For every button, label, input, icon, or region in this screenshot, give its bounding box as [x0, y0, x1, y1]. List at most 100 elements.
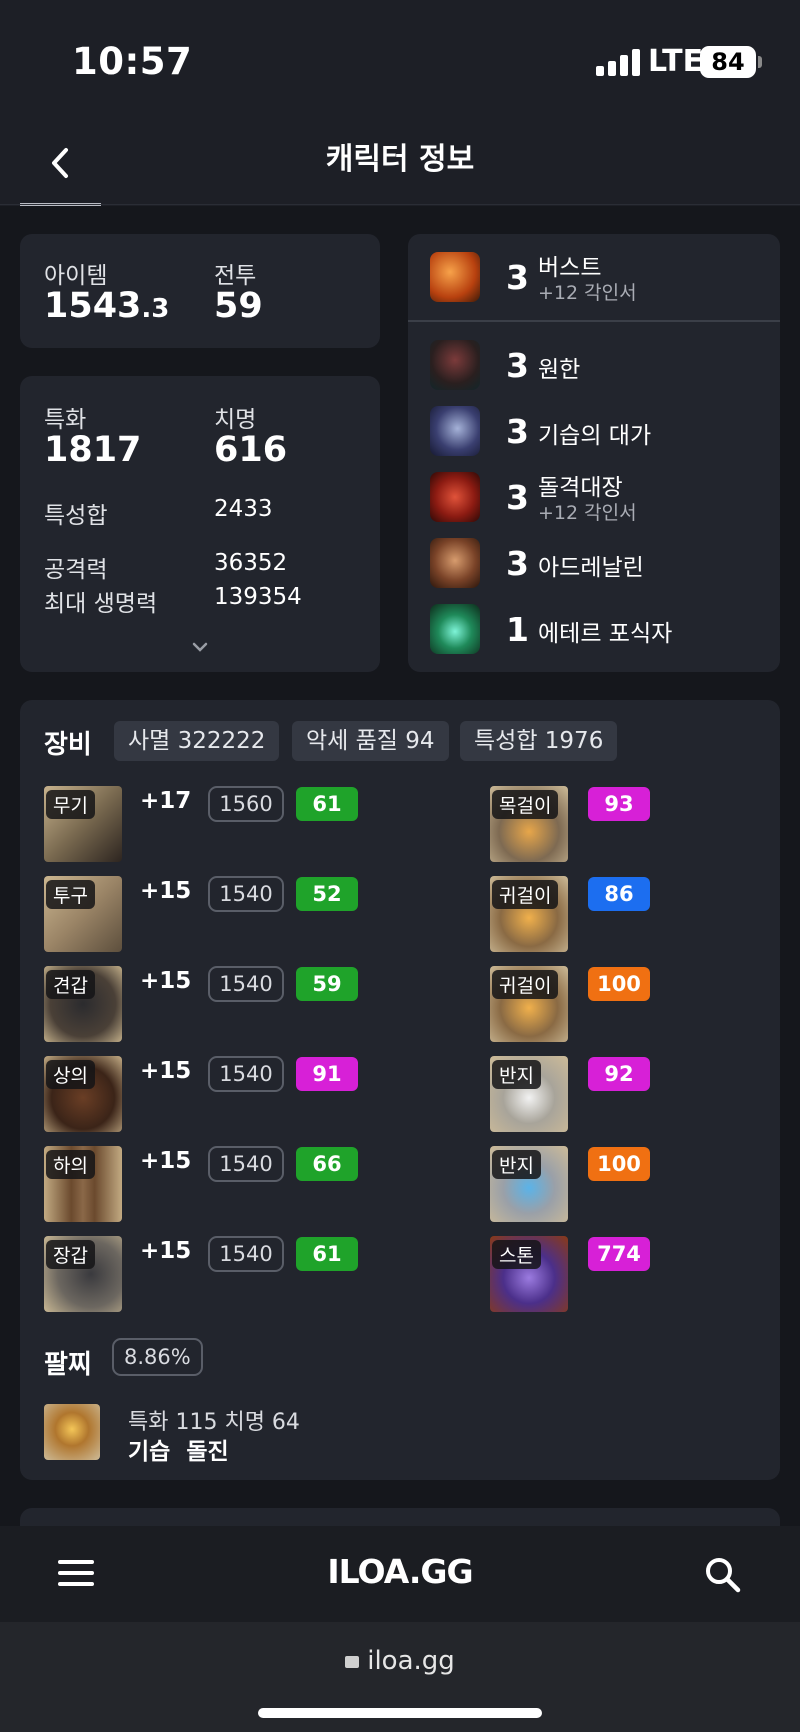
gear-row[interactable]: 무기 +17 1560 61 [44, 786, 358, 864]
quality-badge: 52 [296, 877, 358, 911]
bracelet-icon [44, 1404, 100, 1460]
engraving-row[interactable]: 1 에테르 포식자 [408, 604, 778, 664]
gear-row[interactable]: 하의 +15 1540 66 [44, 1146, 358, 1224]
item-level-badge: 1560 [208, 786, 284, 822]
url-display[interactable]: iloa.gg [0, 1646, 800, 1676]
accessory-row[interactable]: 반지 92 [490, 1056, 660, 1134]
combat-level-label: 전투 [214, 263, 257, 289]
browser-url-bar: iloa.gg [0, 1622, 800, 1732]
engraving-row[interactable]: 3 아드레날린 [408, 538, 778, 598]
spec-label: 특화 [44, 407, 87, 433]
weapon-icon: 무기 [44, 786, 122, 862]
quality-badge: 86 [588, 877, 650, 911]
site-logo[interactable]: ILOA.GG [0, 1552, 800, 1591]
item-slot-tag: 상의 [46, 1060, 95, 1089]
quality-badge: 100 [588, 1147, 650, 1181]
accessory-row[interactable]: 목걸이 93 [490, 786, 660, 864]
item-slot-tag: 스톤 [492, 1240, 541, 1269]
chest-icon: 상의 [44, 1056, 122, 1132]
engraving-row[interactable]: 3 돌격대장 +12 각인서 [408, 472, 778, 532]
battery-icon: 84 [700, 46, 756, 78]
battery-tip [758, 56, 762, 68]
accessory-row[interactable]: 귀걸이 100 [490, 966, 660, 1044]
equipment-card: 장비 사멸 322222 악세 품질 94 특성합 1976 무기 +17 15… [20, 700, 780, 1480]
chevron-down-icon[interactable] [192, 642, 208, 652]
quality-badge: 66 [296, 1147, 358, 1181]
item-slot-tag: 목걸이 [492, 790, 559, 819]
grudge-icon [430, 340, 480, 390]
engraving-divider [408, 320, 780, 322]
accessory-quality-chip: 악세 품질 94 [292, 721, 449, 761]
accessory-row[interactable]: 귀걸이 86 [490, 876, 660, 954]
item-slot-tag: 견갑 [46, 970, 95, 999]
engraving-row[interactable]: 3 버스트 +12 각인서 [408, 252, 778, 312]
item-level-value: 1543.3 [44, 286, 170, 326]
bracelet-row[interactable]: 특화 115 치명 64 기습 돌진 [44, 1404, 444, 1465]
item-level-badge: 1540 [208, 1236, 284, 1272]
trait-sum-label: 특성합 [44, 503, 108, 529]
engraving-name: 아드레날린 [538, 555, 644, 581]
engraving-row[interactable]: 3 원한 [408, 340, 778, 400]
accessory-row[interactable]: 반지 100 [490, 1146, 660, 1224]
gear-row[interactable]: 견갑 +15 1540 59 [44, 966, 358, 1044]
quality-badge: 100 [588, 967, 650, 1001]
item-honing: +15 [140, 1058, 192, 1084]
trait-sum-value: 2433 [214, 496, 273, 522]
engraving-level: 3 [506, 412, 529, 451]
item-slot-tag: 무기 [46, 790, 95, 819]
header-divider [0, 204, 800, 205]
engraving-level: 3 [506, 478, 529, 517]
engraving-level: 3 [506, 258, 529, 297]
item-slot-tag: 귀걸이 [492, 880, 559, 909]
ether-predator-icon [430, 604, 480, 654]
necklace-icon: 목걸이 [490, 786, 568, 862]
attack-value: 36352 [214, 550, 288, 576]
accessory-row[interactable]: 스톤 774 [490, 1236, 660, 1314]
bracelet-percent-badge: 8.86% [112, 1338, 203, 1376]
spec-value: 1817 [44, 430, 142, 470]
home-indicator[interactable] [258, 1708, 542, 1718]
item-slot-tag: 반지 [492, 1060, 541, 1089]
stone-icon: 스톤 [490, 1236, 568, 1312]
attack-label: 공격력 [44, 557, 108, 583]
item-honing: +15 [140, 1148, 192, 1174]
bracelet-title: 팔찌 [44, 1350, 92, 1380]
bottom-nav: ILOA.GG [0, 1526, 800, 1622]
raid-captain-icon [430, 472, 480, 522]
gear-row[interactable]: 투구 +15 1540 52 [44, 876, 358, 954]
bracelet-effects: 기습 돌진 [128, 1439, 229, 1465]
engraving-row[interactable]: 3 기습의 대가 [408, 406, 778, 466]
quality-badge: 61 [296, 1237, 358, 1271]
set-chip: 사멸 322222 [114, 721, 280, 761]
item-slot-tag: 반지 [492, 1150, 541, 1179]
ring-icon: 반지 [490, 1056, 568, 1132]
combat-level-value: 59 [214, 286, 263, 326]
item-level-badge: 1540 [208, 966, 284, 1002]
item-honing: +15 [140, 878, 192, 904]
gloves-icon: 장갑 [44, 1236, 122, 1312]
ring-icon: 반지 [490, 1146, 568, 1222]
gear-row[interactable]: 상의 +15 1540 91 [44, 1056, 358, 1134]
page-title: 캐릭터 정보 [325, 142, 475, 177]
earring-icon: 귀걸이 [490, 966, 568, 1042]
helmet-icon: 투구 [44, 876, 122, 952]
engraving-name: 원한 [538, 357, 581, 383]
item-slot-tag: 투구 [46, 880, 95, 909]
page-header: 캐릭터 정보 [0, 110, 800, 206]
status-time: 10:57 [72, 40, 193, 83]
engraving-level: 3 [506, 544, 529, 583]
gear-row[interactable]: 장갑 +15 1540 61 [44, 1236, 358, 1314]
search-icon[interactable] [704, 1556, 742, 1594]
engraving-book: +12 각인서 [538, 502, 637, 524]
network-label: LTE [648, 44, 704, 79]
quality-badge: 59 [296, 967, 358, 1001]
quality-badge: 91 [296, 1057, 358, 1091]
engraving-name: 에테르 포식자 [538, 621, 673, 647]
status-bar: 10:57 LTE 84 [0, 0, 800, 110]
item-honing: +15 [140, 1238, 192, 1264]
engraving-name: 버스트 [538, 255, 602, 281]
item-level-label: 아이템 [44, 263, 108, 289]
item-level-badge: 1540 [208, 876, 284, 912]
item-honing: +17 [140, 788, 192, 814]
crit-label: 치명 [214, 407, 257, 433]
